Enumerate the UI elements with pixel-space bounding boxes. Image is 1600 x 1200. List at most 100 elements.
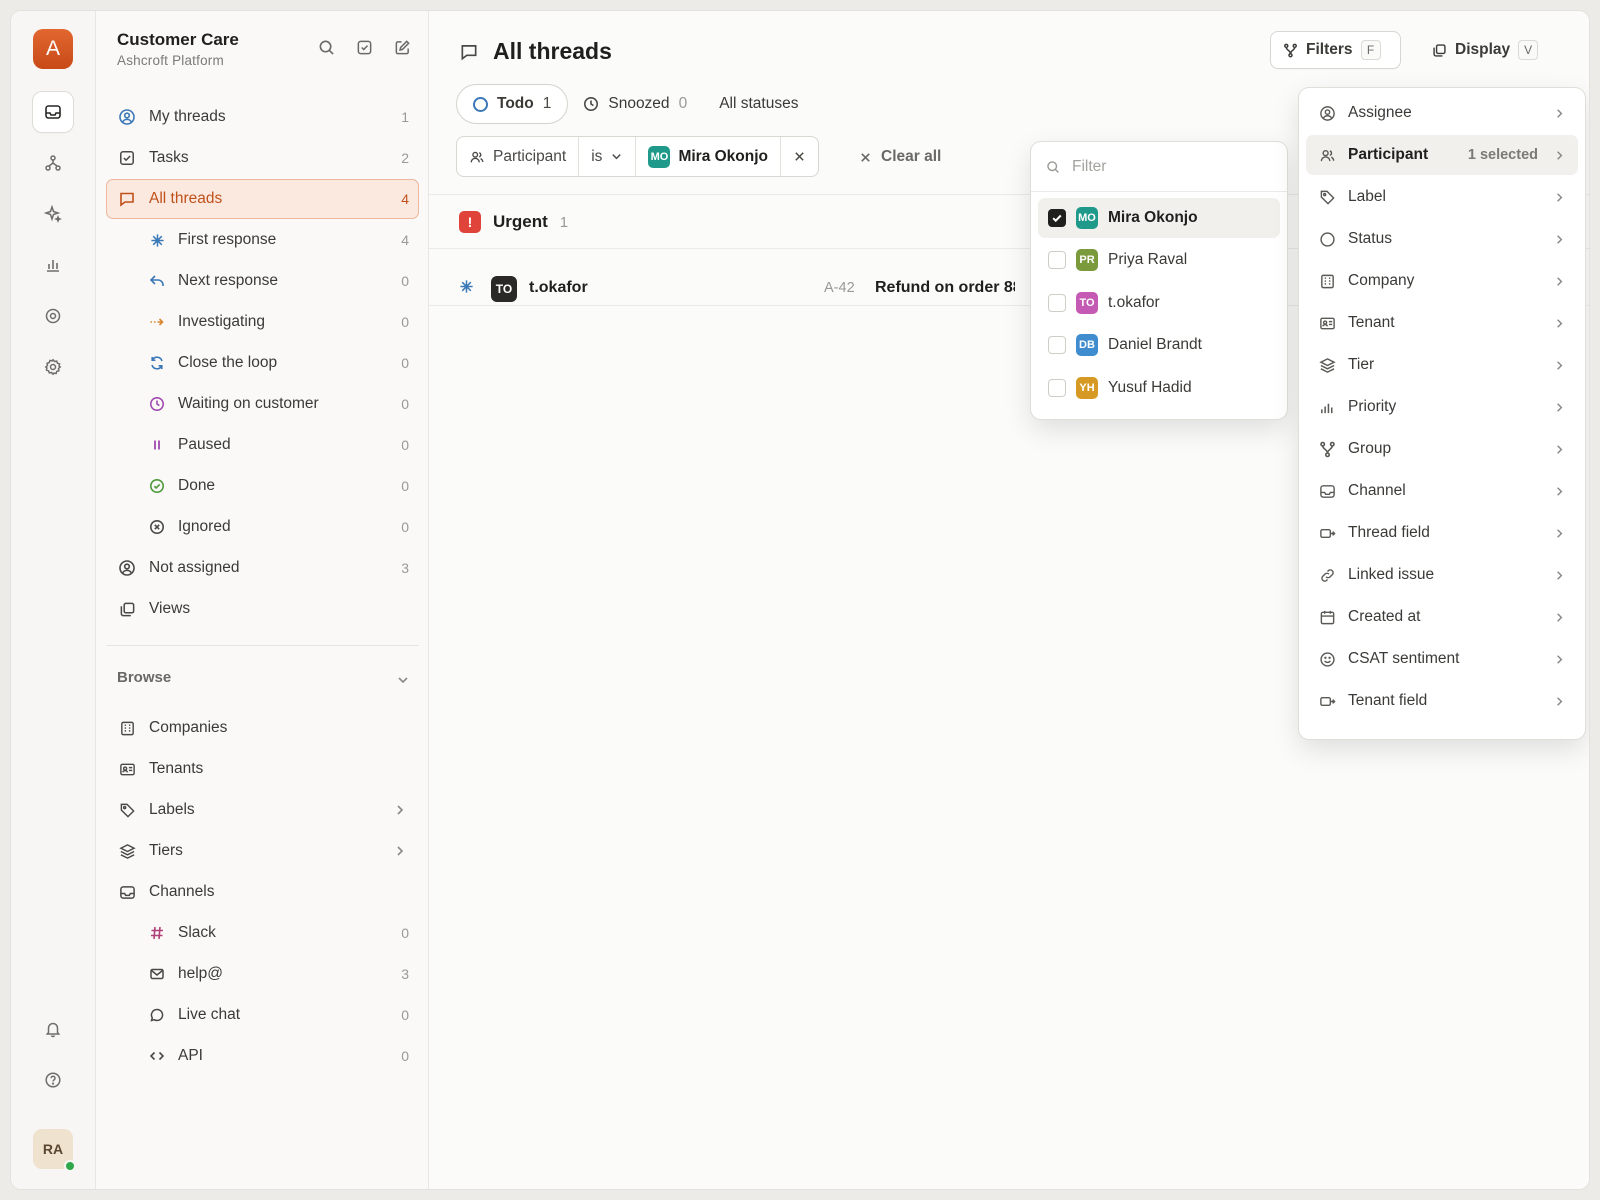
sidebar-item-slack[interactable]: Slack 0 (106, 913, 419, 953)
sidebar-item-channels[interactable]: Channels (106, 872, 419, 912)
filter-field[interactable]: Participant (457, 137, 580, 176)
x-circle-icon (148, 518, 166, 536)
participant-name: t.okafor (1108, 294, 1160, 311)
search-button[interactable] (314, 35, 338, 59)
participant-option[interactable]: DB Daniel Brandt (1038, 325, 1280, 365)
sidebar-item-api[interactable]: API 0 (106, 1036, 419, 1076)
filter-menu-item-company[interactable]: Company (1306, 261, 1578, 301)
thread-author: t.okafor (529, 279, 588, 296)
filter-menu-item-group[interactable]: Group (1306, 429, 1578, 469)
bell-icon (44, 1020, 62, 1038)
chevron-right-icon (1553, 527, 1566, 540)
sidebar-item-waiting-on-customer[interactable]: Waiting on customer 0 (106, 384, 419, 424)
filter-menu-item-created-at[interactable]: Created at (1306, 597, 1578, 637)
workspace-title[interactable]: Customer Care (117, 30, 239, 50)
browse-section-title[interactable]: Browse (117, 669, 171, 686)
clear-all-button[interactable]: Clear all (859, 148, 941, 166)
sidebar-item-all-threads[interactable]: All threads 4 (106, 179, 419, 219)
filter-menu-item-linked-issue[interactable]: Linked issue (1306, 555, 1578, 595)
group-header-urgent[interactable]: ! Urgent 1 (459, 211, 568, 233)
tasks-button[interactable] (352, 35, 376, 59)
filter-value[interactable]: MO Mira Okonjo (636, 137, 782, 176)
tab-todo[interactable]: Todo 1 (457, 85, 568, 123)
sidebar-item-close-the-loop[interactable]: Close the loop 0 (106, 343, 419, 383)
help-rail-button[interactable] (33, 1060, 73, 1100)
circle-icon (1318, 230, 1336, 248)
participant-option[interactable]: YH Yusuf Hadid (1038, 368, 1280, 408)
tab-snoozed[interactable]: Snoozed 0 (567, 85, 703, 123)
chevron-down-icon[interactable] (396, 673, 410, 687)
tab-all-statuses[interactable]: All statuses (703, 85, 814, 123)
remove-filter-button[interactable] (781, 137, 818, 176)
sidebar-item-label: Next response (178, 272, 278, 289)
pause-icon (148, 436, 166, 454)
filter-menu-label: Participant (1348, 146, 1429, 163)
filter-operator[interactable]: is (579, 137, 637, 176)
checkbox[interactable] (1048, 294, 1066, 312)
sidebar-item-tiers[interactable]: Tiers (106, 831, 419, 871)
help-center-rail-button[interactable] (33, 296, 73, 336)
sidebar-item-my-threads[interactable]: My threads 1 (106, 97, 419, 137)
sidebar-item-label: Done (178, 477, 216, 494)
filter-branch-icon (1318, 440, 1336, 458)
filter-menu-item-thread-field[interactable]: Thread field (1306, 513, 1578, 553)
filter-menu-item-tenant-field[interactable]: Tenant field (1306, 681, 1578, 721)
filter-menu-item-participant[interactable]: Participant 1 selected (1306, 135, 1578, 175)
sidebar-item-live-chat[interactable]: Live chat 0 (106, 995, 419, 1035)
filter-menu-item-csat-sentiment[interactable]: CSAT sentiment (1306, 639, 1578, 679)
sidebar-item-help-email[interactable]: help@ 3 (106, 954, 419, 994)
sidebar-item-views[interactable]: Views (106, 589, 419, 629)
filter-menu-item-priority[interactable]: Priority (1306, 387, 1578, 427)
display-shortcut: V (1518, 40, 1539, 60)
checkbox-checked[interactable] (1048, 209, 1066, 227)
mail-icon (148, 965, 166, 983)
stack-icon (118, 842, 136, 860)
sidebar-item-label: All threads (149, 190, 223, 207)
chat-bubble-icon (118, 190, 136, 208)
checkbox[interactable] (1048, 379, 1066, 397)
compose-button[interactable] (390, 35, 414, 59)
reports-rail-button[interactable] (33, 245, 73, 285)
sidebar-item-tasks[interactable]: Tasks 2 (106, 138, 419, 178)
participant-option[interactable]: TO t.okafor (1038, 283, 1280, 323)
workspace-logo[interactable]: A (33, 29, 73, 69)
filters-button[interactable]: Filters F (1271, 32, 1400, 68)
inbox-rail-button[interactable] (33, 92, 73, 132)
participant-filter-input[interactable] (1072, 157, 1252, 176)
sidebar-item-next-response[interactable]: Next response 0 (106, 261, 419, 301)
filter-menu-label: Assignee (1348, 104, 1412, 121)
asterisk-icon (148, 231, 166, 249)
notifications-rail-button[interactable] (33, 1009, 73, 1049)
filter-menu-item-tenant[interactable]: Tenant (1306, 303, 1578, 343)
checkbox[interactable] (1048, 336, 1066, 354)
sidebar-item-label: help@ (178, 965, 224, 982)
sidebar-item-label: My threads (149, 108, 226, 125)
check-circle-icon (148, 477, 166, 495)
filter-menu-item-assignee[interactable]: Assignee (1306, 93, 1578, 133)
filter-menu-item-tier[interactable]: Tier (1306, 345, 1578, 385)
sidebar-item-not-assigned[interactable]: Not assigned 3 (106, 548, 419, 588)
ai-rail-button[interactable] (33, 194, 73, 234)
checkbox[interactable] (1048, 251, 1066, 269)
sidebar-item-first-response[interactable]: First response 4 (106, 220, 419, 260)
tab-label: All statuses (719, 95, 799, 112)
settings-rail-button[interactable] (33, 347, 73, 387)
user-avatar[interactable]: RA (33, 1129, 76, 1172)
sidebar-item-tenants[interactable]: Tenants (106, 749, 419, 789)
filter-menu-item-label[interactable]: Label (1306, 177, 1578, 217)
sidebar-item-done[interactable]: Done 0 (106, 466, 419, 506)
active-filter-chip: Participant is MO Mira Okonjo (457, 137, 819, 176)
sidebar-item-labels[interactable]: Labels (106, 790, 419, 830)
filter-menu-item-channel[interactable]: Channel (1306, 471, 1578, 511)
chevron-right-icon (1553, 149, 1566, 162)
sidebar-item-ignored[interactable]: Ignored 0 (106, 507, 419, 547)
filter-menu-item-status[interactable]: Status (1306, 219, 1578, 259)
workflows-rail-button[interactable] (33, 143, 73, 183)
sidebar-item-investigating[interactable]: Investigating 0 (106, 302, 419, 342)
filter-menu-label: Thread field (1348, 524, 1430, 541)
sidebar-item-companies[interactable]: Companies (106, 708, 419, 748)
participant-option[interactable]: MO Mira Okonjo (1038, 198, 1280, 238)
display-button[interactable]: Display V (1420, 32, 1547, 68)
sidebar-item-paused[interactable]: Paused 0 (106, 425, 419, 465)
participant-option[interactable]: PR Priya Raval (1038, 240, 1280, 280)
